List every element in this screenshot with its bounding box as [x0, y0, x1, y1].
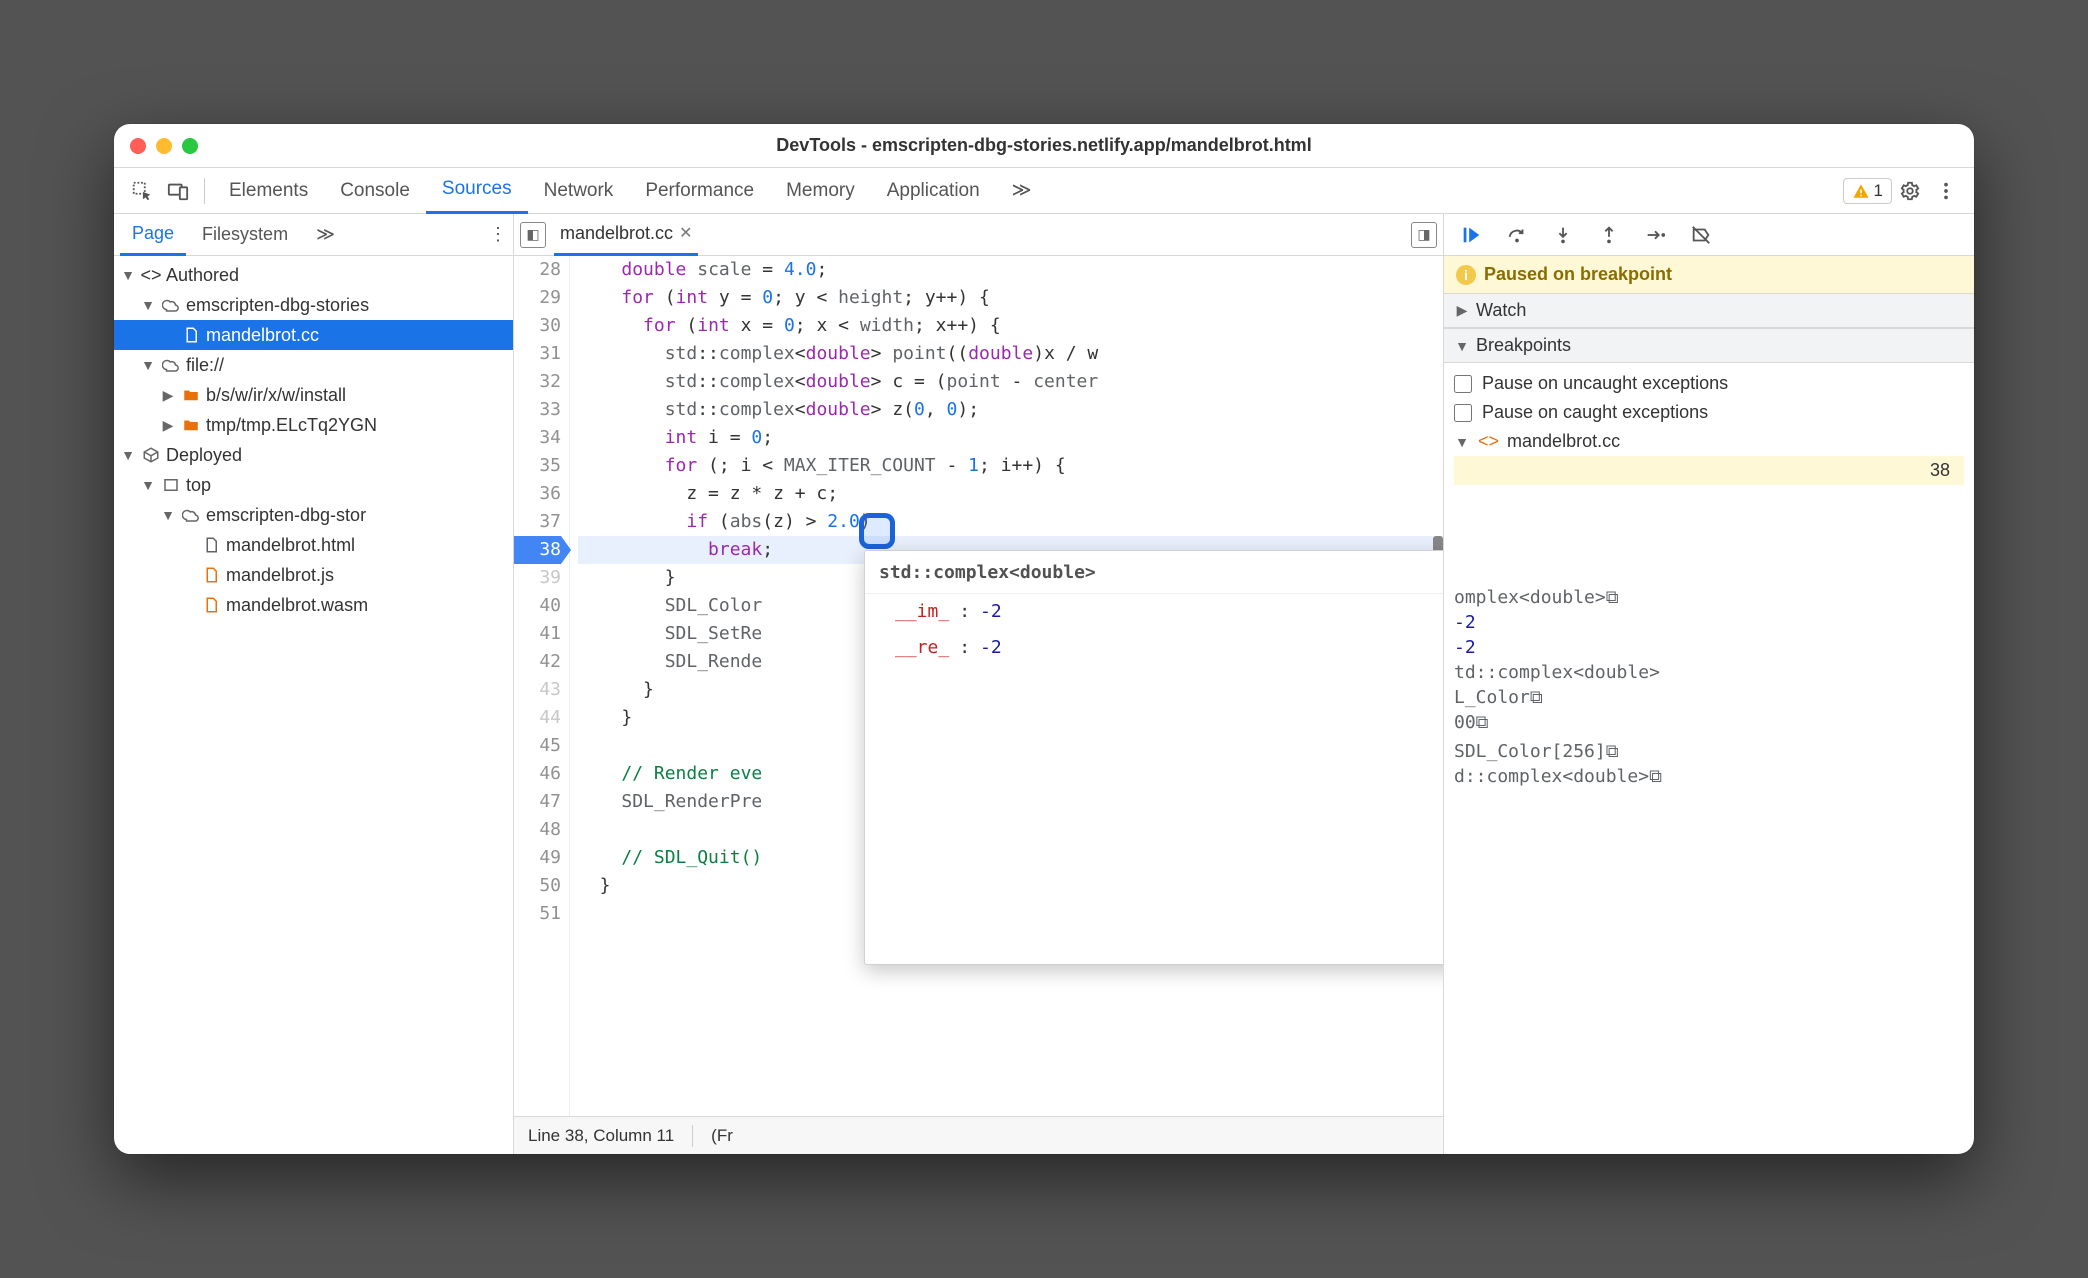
panel-tab-application[interactable]: Application: [871, 168, 996, 214]
tooltip-field: __im_:-2: [865, 594, 1443, 630]
tree-file-proto[interactable]: ▼file://: [114, 350, 513, 380]
divider: [204, 178, 205, 204]
close-tab-icon[interactable]: ✕: [679, 223, 692, 243]
file-tree[interactable]: ▼<>Authored ▼emscripten-dbg-stories mand…: [114, 256, 513, 1154]
kebab-menu-icon[interactable]: [1928, 173, 1964, 209]
navigator-pane: Page Filesystem ≫ ⋮ ▼<>Authored ▼emscrip…: [114, 214, 514, 1154]
pause-caught-checkbox[interactable]: Pause on caught exceptions: [1454, 398, 1964, 427]
devtools-window: DevTools - emscripten-dbg-stories.netlif…: [114, 124, 1974, 1154]
info-icon: i: [1456, 265, 1476, 285]
tree-authored[interactable]: ▼<>Authored: [114, 260, 513, 290]
breakpoints-section-header[interactable]: ▼Breakpoints: [1444, 328, 1974, 363]
tree-folder-install[interactable]: ▶b/s/w/ir/x/w/install: [114, 380, 513, 410]
breakpoints-section: Pause on uncaught exceptions Pause on ca…: [1444, 363, 1974, 491]
tree-file-wasm[interactable]: mandelbrot.wasm: [114, 590, 513, 620]
step-icon[interactable]: [1642, 222, 1668, 248]
scope-row[interactable]: omplex<double>⧉: [1454, 585, 1964, 610]
watch-section-header[interactable]: ▶Watch: [1444, 293, 1974, 328]
step-out-icon[interactable]: [1596, 222, 1622, 248]
breakpoint-line[interactable]: 38: [1454, 456, 1964, 485]
tree-top[interactable]: ▼top: [114, 470, 513, 500]
tree-file-html[interactable]: mandelbrot.html: [114, 530, 513, 560]
scope-list: omplex<double>⧉ -2 -2 td::complex<double…: [1444, 581, 1974, 793]
scope-row[interactable]: td::complex<double>: [1454, 660, 1964, 685]
toggle-debugger-icon[interactable]: ◨: [1411, 222, 1437, 248]
cursor-position: Line 38, Column 11: [528, 1126, 674, 1146]
scope-row[interactable]: d::complex<double>⧉: [1454, 764, 1964, 789]
tree-file-mandelbrot-cc[interactable]: mandelbrot.cc: [114, 320, 513, 350]
panel-tab-performance[interactable]: Performance: [629, 168, 770, 214]
scope-row[interactable]: -2: [1454, 635, 1964, 660]
debugger-pane: i Paused on breakpoint ▶Watch ▼Breakpoin…: [1444, 214, 1974, 1154]
scope-row[interactable]: -2: [1454, 610, 1964, 635]
nav-tab-page[interactable]: Page: [120, 214, 186, 256]
navigator-tabs: Page Filesystem ≫ ⋮: [114, 214, 513, 256]
panel-tab-memory[interactable]: Memory: [770, 168, 871, 214]
panel-tab-console[interactable]: Console: [324, 168, 426, 214]
nav-kebab-icon[interactable]: ⋮: [489, 224, 507, 245]
gutter[interactable]: 2829303132333435363738394041424344454647…: [514, 256, 570, 1116]
toggle-navigator-icon[interactable]: ◧: [520, 222, 546, 248]
panel-tab-elements[interactable]: Elements: [213, 168, 324, 214]
scope-row[interactable]: 00⧉: [1454, 710, 1964, 735]
nav-tab-overflow[interactable]: ≫: [304, 214, 347, 256]
editor-statusbar: Line 38, Column 11 (Fr: [514, 1116, 1443, 1154]
code-editor[interactable]: 2829303132333435363738394041424344454647…: [514, 256, 1443, 1116]
panel-tab-sources[interactable]: Sources: [426, 168, 528, 214]
deactivate-breakpoints-icon[interactable]: [1688, 222, 1714, 248]
paused-text: Paused on breakpoint: [1484, 264, 1672, 285]
main-toolbar: Elements Console Sources Network Perform…: [114, 168, 1974, 214]
device-toolbar-icon[interactable]: [160, 173, 196, 209]
step-over-icon[interactable]: [1504, 222, 1530, 248]
tree-host-authored[interactable]: ▼emscripten-dbg-stories: [114, 290, 513, 320]
source-pane: ◧ mandelbrot.cc ✕ ◨ 28293031323334353637…: [514, 214, 1444, 1154]
breakpoint-file[interactable]: ▼<>mandelbrot.cc: [1454, 427, 1964, 456]
resume-icon[interactable]: [1458, 222, 1484, 248]
nav-tab-filesystem[interactable]: Filesystem: [190, 214, 300, 256]
editor-tab-label: mandelbrot.cc: [560, 223, 673, 244]
body: Page Filesystem ≫ ⋮ ▼<>Authored ▼emscrip…: [114, 214, 1974, 1154]
editor-tab-mandelbrot[interactable]: mandelbrot.cc ✕: [554, 214, 698, 256]
hover-token-highlight: [859, 513, 895, 549]
scope-row[interactable]: L_Color⧉: [1454, 685, 1964, 710]
tooltip-field: __re_:-2: [865, 630, 1443, 666]
hover-tooltip: std::complex<double> __im_:-2 __re_:-2: [864, 550, 1443, 965]
settings-icon[interactable]: [1892, 173, 1928, 209]
issues-count: 1: [1874, 181, 1883, 201]
tree-host-deployed[interactable]: ▼emscripten-dbg-stor: [114, 500, 513, 530]
panel-tab-network[interactable]: Network: [528, 168, 630, 214]
paused-banner: i Paused on breakpoint: [1444, 256, 1974, 293]
panel-overflow[interactable]: ≫: [996, 168, 1048, 214]
tree-file-js[interactable]: mandelbrot.js: [114, 560, 513, 590]
status-extra: (Fr: [711, 1126, 733, 1146]
scope-row[interactable]: SDL_Color[256]⧉: [1454, 739, 1964, 764]
tree-folder-tmp[interactable]: ▶tmp/tmp.ELcTq2YGN: [114, 410, 513, 440]
tooltip-type: std::complex<double>: [865, 559, 1443, 594]
issues-badge[interactable]: 1: [1843, 178, 1892, 204]
inspect-element-icon[interactable]: [124, 173, 160, 209]
window-title: DevTools - emscripten-dbg-stories.netlif…: [114, 135, 1974, 156]
editor-tabs: ◧ mandelbrot.cc ✕ ◨: [514, 214, 1443, 256]
titlebar: DevTools - emscripten-dbg-stories.netlif…: [114, 124, 1974, 168]
tree-deployed[interactable]: ▼Deployed: [114, 440, 513, 470]
pause-uncaught-checkbox[interactable]: Pause on uncaught exceptions: [1454, 369, 1964, 398]
debugger-toolbar: [1444, 214, 1974, 256]
step-into-icon[interactable]: [1550, 222, 1576, 248]
